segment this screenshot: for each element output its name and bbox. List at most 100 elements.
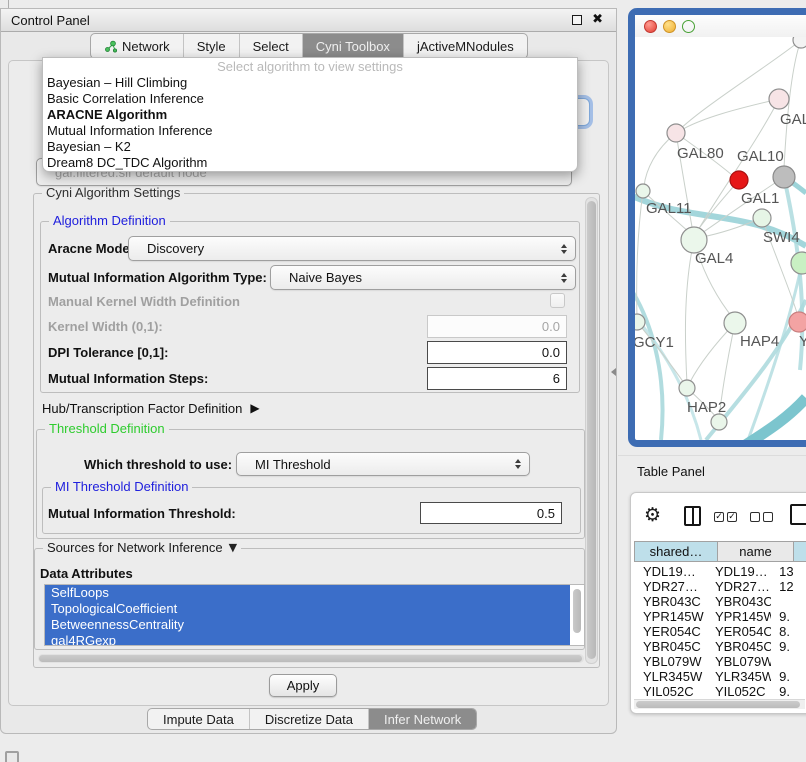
deselect-all-columns-icon[interactable] [750, 512, 773, 522]
column-header-partial[interactable]: A [794, 541, 806, 562]
minimized-panel-icon[interactable] [5, 751, 19, 762]
column-layout-icon[interactable] [684, 506, 701, 526]
settings-vertical-scrollbar[interactable] [585, 197, 598, 664]
node-gal1[interactable] [753, 209, 771, 227]
cell-name: YDR27… [706, 579, 771, 594]
table-row[interactable]: YBR045C YBR045C 9. [634, 639, 806, 654]
node-hap2[interactable] [679, 380, 695, 396]
sources-group-title: Sources for Network Inference [47, 540, 223, 556]
dropdown-item-highlighted[interactable]: ARACNE Algorithm [43, 107, 577, 123]
checked-box-icon: ✓ [714, 512, 724, 522]
list-item[interactable]: gal4RGexp [45, 633, 570, 646]
table-row[interactable]: YER054C YER054C 8. [634, 624, 806, 639]
node-gal80[interactable] [667, 124, 685, 142]
which-threshold-combo[interactable]: MI Threshold [236, 452, 530, 476]
settings-hscrollbar-thumb[interactable] [39, 655, 582, 662]
column-header-shared-name[interactable]: shared… [634, 541, 718, 562]
tab-select[interactable]: Select [239, 34, 302, 58]
close-traffic-light[interactable] [644, 20, 657, 33]
tab-discretize-data[interactable]: Discretize Data [249, 709, 368, 729]
table-row[interactable]: YDL19… YDL19… 13 [634, 564, 806, 579]
node-label: GAL80 [677, 145, 724, 162]
column-header-name[interactable]: name [718, 541, 794, 562]
apply-button[interactable]: Apply [269, 674, 337, 697]
node-swi4[interactable] [791, 252, 806, 274]
node-label: GAL10 [737, 148, 784, 165]
node-gal10[interactable] [773, 166, 795, 188]
tab-network-label: Network [122, 39, 170, 54]
settings-horizontal-scrollbar[interactable] [38, 654, 584, 663]
table-header-row: shared… name A [634, 541, 806, 562]
list-item[interactable]: SelfLoops [45, 585, 570, 601]
cell-value [771, 654, 806, 669]
node-unlabeled[interactable] [793, 37, 806, 48]
minimize-traffic-light[interactable] [663, 20, 676, 33]
node-hap4[interactable] [724, 312, 746, 334]
dropdown-item[interactable]: Bayesian – Hill Climbing [43, 75, 577, 91]
tab-style[interactable]: Style [183, 34, 239, 58]
table-settings-gear-icon[interactable]: ⚙ [644, 504, 661, 526]
data-attributes-list: SelfLoops TopologicalCoefficient Between… [44, 584, 585, 646]
node-y-partial[interactable] [789, 312, 806, 332]
node-label: HAP2 [687, 399, 726, 416]
tab-infer-network[interactable]: Infer Network [368, 709, 476, 729]
list-item[interactable]: BetweennessCentrality [45, 617, 570, 633]
hub-definition-label: Hub/Transcription Factor Definition [42, 401, 242, 416]
table-row[interactable]: YDR27… YDR27… 12 [634, 579, 806, 594]
network-canvas[interactable]: GAL GAL80 GAL10 GAL11 GAL1 SWI4 GAL4 GCY… [635, 37, 806, 440]
list-item[interactable]: TopologicalCoefficient [45, 601, 570, 617]
algorithm-dropdown-list: Select algorithm to view settings Bayesi… [42, 57, 578, 172]
mi-steps-label: Mutual Information Steps: [48, 367, 208, 390]
dropdown-item[interactable]: Bayesian – K2 [43, 139, 577, 155]
node-gal11[interactable] [636, 184, 650, 198]
dpi-tolerance-field[interactable]: 0.0 [427, 341, 567, 364]
aracne-mode-combo[interactable]: Discovery [128, 236, 576, 261]
tab-impute-data[interactable]: Impute Data [148, 709, 249, 729]
select-all-columns-icon[interactable]: ✓ ✓ [714, 512, 737, 522]
table-hscrollbar-thumb[interactable] [636, 701, 800, 708]
settings-scrollbar-thumb[interactable] [587, 201, 596, 659]
node-red-selected[interactable] [730, 171, 748, 189]
collapse-arrow-icon[interactable]: ▼ [229, 540, 237, 556]
node-gal-partial[interactable] [769, 89, 789, 109]
expand-arrow-icon[interactable]: ▶ [250, 401, 259, 415]
network-window-titlebar [635, 15, 806, 37]
table-row[interactable]: YIL052C YIL052C 9. [634, 684, 806, 697]
cell-name: YBL079W [706, 654, 771, 669]
mi-steps-field[interactable]: 6 [427, 367, 567, 390]
table-row[interactable]: YLR345W YLR345W 9. [634, 669, 806, 684]
dropdown-item[interactable]: Dream8 DC_TDC Algorithm [43, 155, 577, 171]
float-panel-icon[interactable] [572, 15, 582, 25]
node-unlabeled[interactable] [711, 414, 727, 430]
tab-jactivemnodules[interactable]: jActiveMNodules [403, 34, 527, 58]
kernel-width-field[interactable]: 0.0 [427, 315, 567, 338]
aracne-mode-label: Aracne Mode: [48, 236, 134, 261]
hub-definition-row[interactable]: Hub/Transcription Factor Definition ▶ [42, 399, 260, 417]
table-horizontal-scrollbar[interactable] [634, 699, 805, 709]
spinner-arrows-icon [561, 273, 567, 283]
cell-value: 9. [771, 609, 806, 624]
table-row[interactable]: YBR043C YBR043C [634, 594, 806, 609]
mi-threshold-label: Mutual Information Threshold: [48, 501, 236, 525]
table-body: YDL19… YDL19… 13 YDR27… YDR27… 12 YBR043… [634, 564, 806, 697]
table-row[interactable]: YPR145W YPR145W 9. [634, 609, 806, 624]
threshold-definition-title: Threshold Definition [45, 421, 169, 437]
export-table-icon[interactable] [790, 504, 806, 525]
zoom-traffic-light[interactable] [682, 20, 695, 33]
tab-cyni-toolbox[interactable]: Cyni Toolbox [302, 34, 403, 58]
dropdown-item[interactable]: Basic Correlation Inference [43, 91, 577, 107]
sources-group-title-wrap[interactable]: Sources for Network Inference ▼ [43, 540, 241, 556]
node-label: GAL11 [646, 200, 692, 217]
splitpane-handle-icon[interactable] [611, 368, 616, 376]
close-icon[interactable]: ✖ [592, 12, 603, 27]
list-scrollbar-thumb[interactable] [573, 589, 581, 633]
table-row[interactable]: YBL079W YBL079W [634, 654, 806, 669]
dropdown-item[interactable]: Mutual Information Inference [43, 123, 577, 139]
tab-network[interactable]: Network [91, 34, 183, 58]
cell-value [771, 594, 806, 609]
window-edge-line [8, 0, 9, 8]
manual-kernel-checkbox[interactable] [550, 293, 565, 308]
node-gcy1[interactable] [635, 314, 645, 330]
mi-threshold-field[interactable]: 0.5 [420, 502, 562, 524]
mi-type-combo[interactable]: Naive Bayes [270, 265, 576, 290]
